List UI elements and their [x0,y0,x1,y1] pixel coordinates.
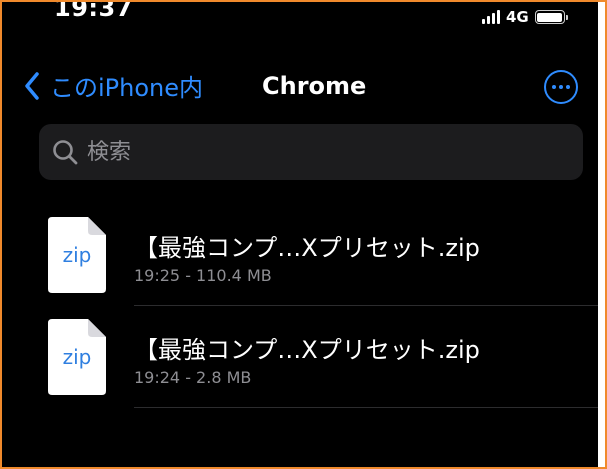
cellular-signal-icon [482,10,500,24]
file-list-item[interactable]: zip 【最強コンプ…Xプリセット.zip 19:24 - 2.8 MB [4,306,600,408]
status-time: 19:37 [54,0,133,22]
file-name: 【最強コンプ…Xプリセット.zip [134,234,480,262]
zip-file-icon: zip [48,217,106,293]
screenshot-frame: 19:37 4G このiPhone内 Chrome 検索 zip 【最強コンプ…… [0,0,607,469]
search-input[interactable] [87,139,567,165]
status-indicators: 4G [482,8,568,26]
more-options-button[interactable] [544,70,578,104]
search-icon [53,140,78,165]
file-name: 【最強コンプ…Xプリセット.zip [134,336,480,364]
row-separator [134,407,600,408]
search-bar[interactable] [39,124,583,180]
chevron-left-icon [25,71,39,100]
right-edge [598,2,605,467]
file-icon-ext: zip [62,345,92,369]
files-app-screen: 19:37 4G このiPhone内 Chrome 検索 zip 【最強コンプ…… [4,2,600,467]
file-icon-ext: zip [62,243,92,267]
network-type: 4G [506,8,529,26]
battery-icon [534,10,568,24]
file-meta: 19:25 - 110.4 MB [134,266,272,285]
page-title: Chrome [262,72,367,100]
file-list-item[interactable]: zip 【最強コンプ…Xプリセット.zip 19:25 - 110.4 MB [4,204,600,306]
back-label: このiPhone内 [50,74,204,102]
file-meta: 19:24 - 2.8 MB [134,368,252,387]
ellipsis-icon-dot [559,85,563,89]
back-button[interactable]: このiPhone内 [24,68,203,103]
zip-file-icon: zip [48,319,106,395]
ellipsis-icon [552,85,556,89]
ellipsis-icon-dot [566,85,570,89]
